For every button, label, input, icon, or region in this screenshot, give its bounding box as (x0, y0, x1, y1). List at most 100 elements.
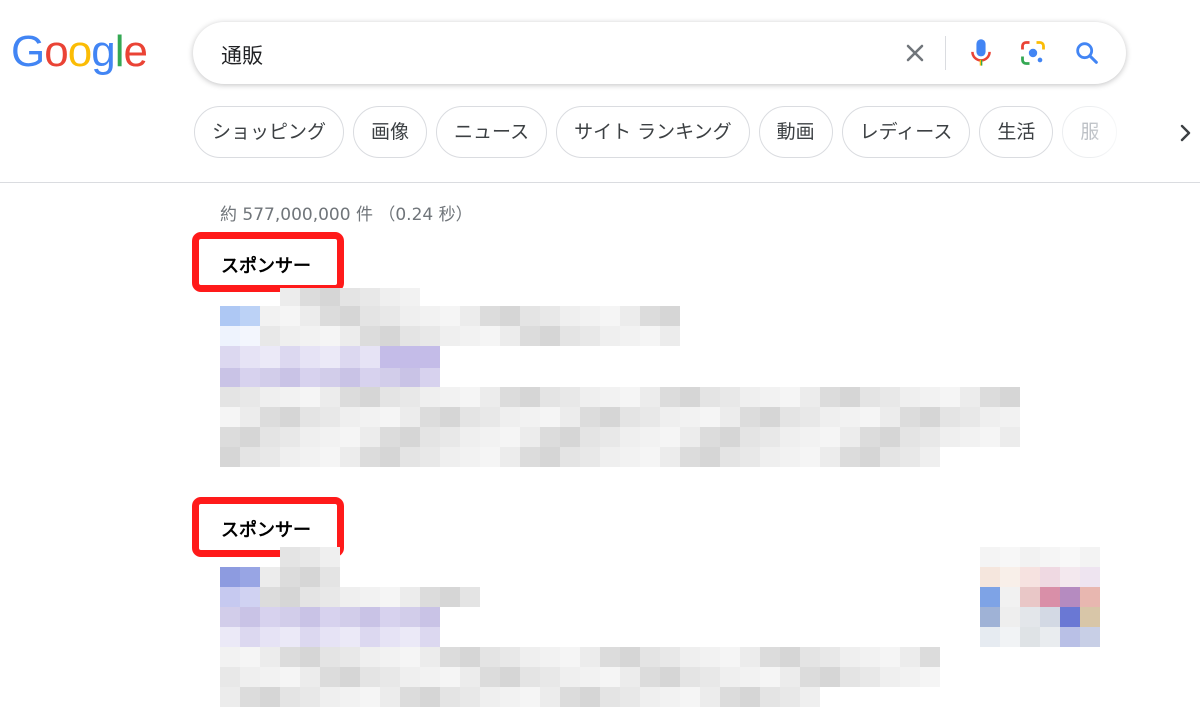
redacted-block (360, 368, 380, 388)
mic-icon[interactable] (967, 37, 995, 69)
chip-videos[interactable]: 動画 (758, 106, 833, 158)
redacted-block (220, 627, 240, 647)
chip-site-ranking[interactable]: サイト ランキング (556, 106, 750, 158)
logo-letter: o (44, 27, 69, 76)
redacted-block (320, 368, 340, 388)
redacted-block (400, 587, 420, 607)
redacted-block (400, 427, 420, 447)
redacted-block (680, 647, 700, 667)
redacted-block (300, 368, 320, 388)
redacted-block (400, 288, 420, 306)
redacted-block (300, 427, 320, 447)
redacted-block (280, 687, 300, 707)
redacted-block (740, 387, 760, 407)
redacted-block (320, 326, 340, 346)
redacted-block (720, 687, 740, 707)
redacted-block (240, 368, 260, 388)
search-box[interactable]: 通販 (193, 22, 1126, 84)
redacted-block (240, 427, 260, 447)
redacted-block (560, 326, 580, 346)
redacted-block (280, 288, 300, 306)
redacted-block (240, 346, 260, 368)
redacted-block (460, 587, 480, 607)
redacted-block (1060, 627, 1080, 647)
chevron-right-icon[interactable] (1174, 118, 1198, 148)
redacted-block (700, 667, 720, 687)
redacted-block (940, 387, 960, 407)
redacted-block (480, 687, 500, 707)
redacted-block (440, 427, 460, 447)
redacted-block (880, 407, 900, 427)
redacted-block (980, 547, 1000, 567)
redacted-block (620, 306, 640, 326)
redacted-block (260, 368, 280, 388)
redacted-block (400, 627, 420, 647)
redacted-block (380, 368, 400, 388)
google-logo[interactable]: Google (11, 27, 148, 76)
redacted-block (680, 447, 700, 467)
redacted-block (300, 587, 320, 607)
redacted-block (480, 427, 500, 447)
redacted-block (880, 427, 900, 447)
redacted-block (1060, 547, 1080, 567)
redacted-block (360, 667, 380, 687)
redacted-block (460, 306, 480, 326)
redacted-block (360, 407, 380, 427)
redacted-block (300, 607, 320, 627)
redacted-block (300, 647, 320, 667)
chip-news[interactable]: ニュース (436, 106, 548, 158)
redacted-block (420, 306, 440, 326)
redacted-block (420, 647, 440, 667)
redacted-block (500, 687, 520, 707)
chip-shopping[interactable]: ショッピング (194, 106, 345, 158)
redacted-block (340, 368, 360, 388)
redacted-block (840, 447, 860, 467)
lens-icon[interactable] (1019, 39, 1047, 67)
redacted-block (600, 667, 620, 687)
chip-ladies[interactable]: レディース (841, 106, 971, 158)
redacted-block (600, 306, 620, 326)
redacted-block (420, 627, 440, 647)
redacted-block (520, 647, 540, 667)
redacted-block (280, 427, 300, 447)
redacted-block (540, 387, 560, 407)
search-input[interactable]: 通販 (221, 40, 263, 70)
redacted-block (240, 627, 260, 647)
redacted-block (980, 567, 1000, 587)
redacted-block (740, 407, 760, 427)
redacted-block (340, 687, 360, 707)
chip-images[interactable]: 画像 (353, 106, 428, 158)
redacted-block (320, 567, 340, 587)
redacted-block (320, 627, 340, 647)
redacted-block (320, 407, 340, 427)
redacted-block (980, 387, 1000, 407)
sponsor-label: スポンサー (221, 520, 311, 541)
redacted-block (660, 427, 680, 447)
close-icon[interactable] (901, 39, 929, 67)
redacted-block (320, 427, 340, 447)
redacted-block (600, 647, 620, 667)
redacted-block (420, 607, 440, 627)
redacted-block (760, 687, 780, 707)
chip-living[interactable]: 生活 (979, 106, 1054, 158)
redacted-block (360, 427, 380, 447)
redacted-block (720, 647, 740, 667)
redacted-block (240, 687, 260, 707)
filter-chips: ショッピング画像ニュースサイト ランキング動画レディース生活服 (194, 106, 1139, 160)
redacted-block (320, 447, 340, 467)
redacted-block (540, 667, 560, 687)
redacted-block (760, 447, 780, 467)
redacted-block (900, 427, 920, 447)
redacted-block (540, 427, 560, 447)
redacted-block (820, 667, 840, 687)
redacted-block (260, 587, 280, 607)
redacted-block (220, 587, 240, 607)
redacted-block (380, 427, 400, 447)
search-icon[interactable] (1073, 39, 1101, 67)
redacted-block (920, 667, 940, 687)
redacted-block (420, 667, 440, 687)
redacted-block (700, 687, 720, 707)
redacted-block (340, 326, 360, 346)
redacted-block (860, 387, 880, 407)
redacted-block (600, 427, 620, 447)
